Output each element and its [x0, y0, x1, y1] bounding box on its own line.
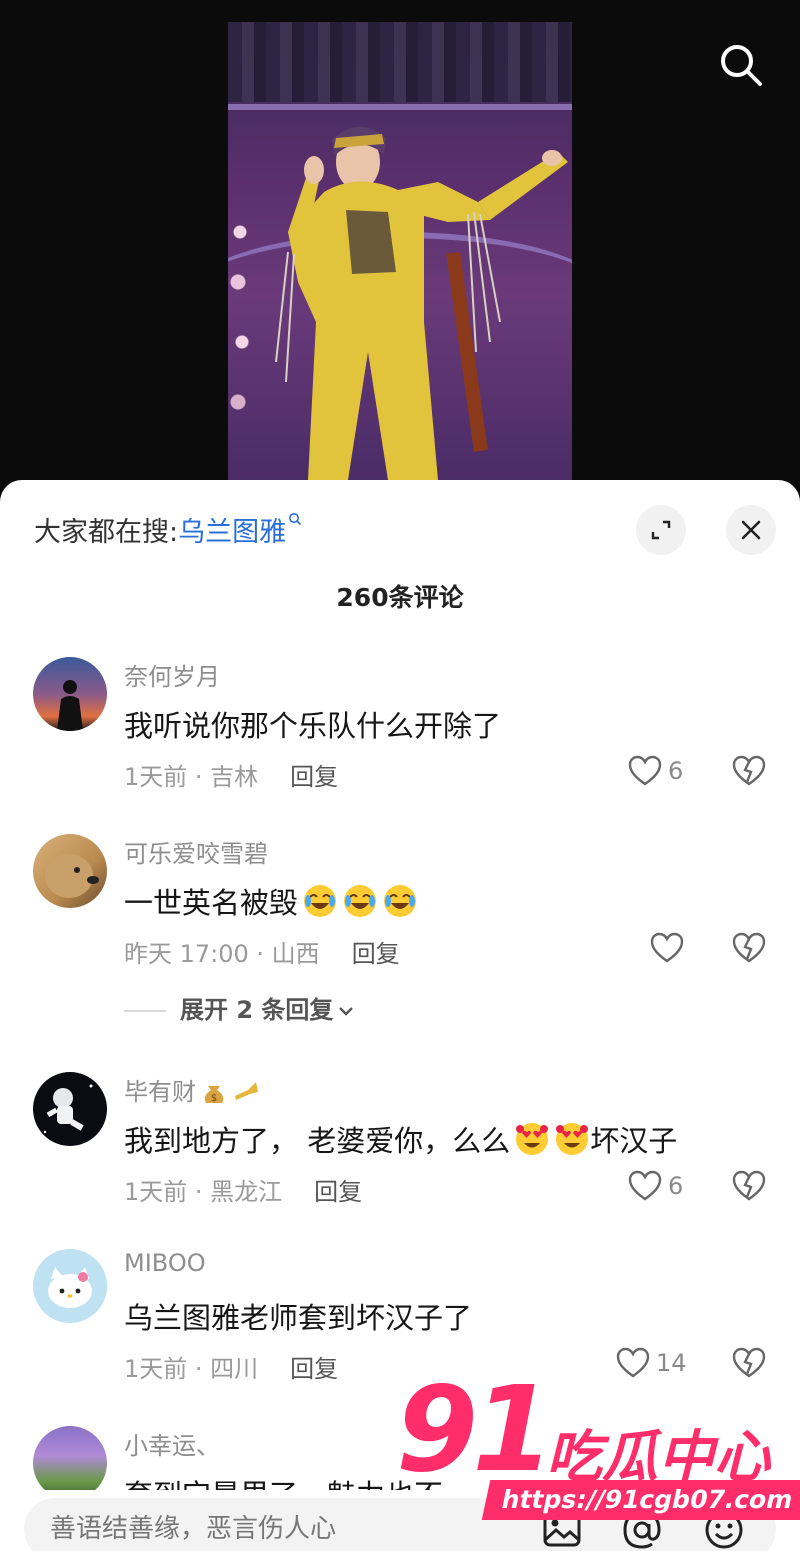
- comment-username[interactable]: 奈何岁月: [124, 657, 220, 692]
- avatar[interactable]: [33, 1249, 107, 1323]
- dog-image: [45, 854, 99, 898]
- dislike-icon[interactable]: [732, 755, 766, 787]
- comment-input-box: [24, 1498, 776, 1551]
- image-icon[interactable]: [542, 1510, 582, 1548]
- heart-icon: [628, 755, 662, 786]
- emoji-icon[interactable]: [704, 1510, 744, 1550]
- silhouette-image: [57, 680, 83, 731]
- comment-username[interactable]: 小幸运、: [124, 1426, 220, 1461]
- heart-icon: [628, 1170, 662, 1201]
- svg-text:$: $: [211, 1093, 217, 1104]
- like-count: 6: [668, 757, 684, 785]
- avatar[interactable]: [33, 1426, 107, 1500]
- hello-kitty-image: [48, 1267, 92, 1308]
- comment-text-content: 一世英名被毁: [124, 886, 299, 920]
- like-button[interactable]: [650, 932, 684, 964]
- expand-icon: [651, 520, 671, 540]
- video-frame[interactable]: [228, 22, 572, 480]
- heart-eyes-emoji-icon: [516, 1123, 549, 1155]
- expand-button[interactable]: [636, 505, 686, 555]
- comment-username[interactable]: 毕有财 $: [124, 1072, 260, 1107]
- reply-button[interactable]: 回复: [290, 763, 338, 791]
- comment-text: 乌兰图雅老师套到坏汉子了: [124, 1301, 473, 1335]
- trending-label: 大家都在搜:: [34, 517, 179, 548]
- like-count: 14: [656, 1349, 687, 1377]
- comment-username[interactable]: MIBOO: [124, 1249, 206, 1277]
- comment-text: 我到地方了， 老婆爱你，么么 坏汉子: [124, 1118, 677, 1160]
- reply-button[interactable]: 回复: [314, 1178, 362, 1206]
- close-icon: [741, 520, 761, 540]
- comment-text: 一世英名被毁: [124, 880, 418, 922]
- crying-laughing-emoji-icon: [384, 885, 417, 917]
- dislike-icon[interactable]: [732, 932, 766, 964]
- trending-keyword: 乌兰图雅: [178, 517, 287, 548]
- comment-text: 我听说你那个乐队什么开除了: [124, 709, 502, 743]
- reply-button[interactable]: 回复: [290, 1355, 338, 1383]
- performer-image: [275, 126, 568, 480]
- crying-laughing-emoji-icon: [344, 885, 377, 917]
- divider-line: [124, 1010, 166, 1012]
- expand-replies-button[interactable]: 展开 2 条回复: [124, 990, 355, 1025]
- search-icon[interactable]: [718, 42, 764, 88]
- comment-meta: 昨天 17:00 · 山西 回复: [124, 934, 400, 969]
- like-button[interactable]: 14: [616, 1347, 687, 1379]
- expand-replies-label: 展开 2 条回复: [180, 996, 334, 1024]
- like-count: 6: [668, 1172, 684, 1200]
- username-text: 毕有财: [124, 1078, 196, 1106]
- dislike-icon[interactable]: [732, 1170, 766, 1202]
- small-search-icon: [289, 513, 302, 526]
- comment-count: 260条评论: [336, 583, 464, 612]
- comment-input[interactable]: [48, 1508, 532, 1550]
- comment-meta: 1天前 · 四川 回复: [124, 1349, 338, 1384]
- close-button[interactable]: [726, 505, 776, 555]
- sheet-header: 大家都在搜:乌兰图雅: [0, 480, 800, 580]
- comment-time-location: 1天前 · 吉林: [124, 763, 259, 791]
- dislike-icon[interactable]: [732, 1347, 766, 1379]
- avatar[interactable]: [33, 834, 107, 908]
- at-mention-icon[interactable]: [622, 1510, 662, 1550]
- comment-text-tail: 坏汉子: [590, 1124, 678, 1158]
- comment-time-location: 1天前 · 黑龙江: [124, 1178, 283, 1206]
- comment-username[interactable]: 可乐爱咬雪碧: [124, 834, 268, 869]
- trending-keyword-link[interactable]: 乌兰图雅: [178, 513, 302, 548]
- avatar[interactable]: [33, 657, 107, 731]
- comment-input-bar: [0, 1490, 800, 1551]
- like-button[interactable]: 6: [628, 755, 683, 787]
- comment-meta: 1天前 · 黑龙江 回复: [124, 1172, 362, 1207]
- trending-search: 大家都在搜:乌兰图雅: [34, 510, 302, 549]
- comment-meta: 1天前 · 吉林 回复: [124, 757, 338, 792]
- video-player[interactable]: [0, 0, 800, 500]
- chevron-down-icon: [339, 1007, 354, 1016]
- comment-sheet: 大家都在搜:乌兰图雅 260条评论 奈何岁月 我听说你那个乐队什么开除了 1天前…: [0, 480, 800, 1551]
- heart-icon: [616, 1347, 650, 1378]
- avatar[interactable]: [33, 1072, 107, 1146]
- heart-eyes-emoji-icon: [556, 1123, 589, 1155]
- reply-button[interactable]: 回复: [352, 940, 400, 968]
- comment-text-content: 我到地方了， 老婆爱你，么么: [124, 1124, 511, 1158]
- crying-laughing-emoji-icon: [304, 885, 337, 917]
- money-bag-emoji-icon: $: [204, 1086, 224, 1104]
- astronaut-image: [43, 1084, 93, 1134]
- like-button[interactable]: 6: [628, 1170, 683, 1202]
- comment-time-location: 昨天 17:00 · 山西: [124, 940, 320, 968]
- trumpet-emoji-icon: [235, 1082, 258, 1100]
- heart-icon: [650, 932, 684, 963]
- comment-time-location: 1天前 · 四川: [124, 1355, 259, 1383]
